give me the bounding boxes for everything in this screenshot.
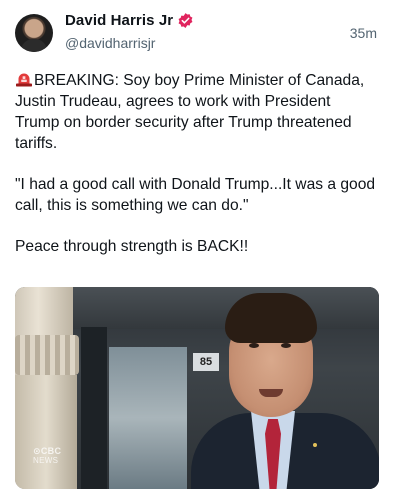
- person-lapel-pin: [313, 443, 317, 447]
- avatar-silhouette: [21, 39, 47, 52]
- media-pillar-capital: [15, 335, 79, 375]
- author-avatar[interactable]: [15, 14, 53, 52]
- author-name-text: David Harris Jr: [65, 12, 174, 29]
- author-display-name[interactable]: David Harris Jr: [65, 12, 194, 29]
- media-door-panel: [109, 347, 187, 489]
- post-paragraph: BREAKING: Soy boy Prime Minister of Cana…: [15, 70, 377, 154]
- post-media-image[interactable]: 85 ⊙CBC NEWS: [15, 287, 379, 489]
- post-paragraph: "I had a good call with Donald Trump...I…: [15, 176, 376, 214]
- person-eye: [281, 343, 291, 348]
- media-person: [191, 293, 379, 489]
- author-handle[interactable]: @davidharrisjr: [65, 35, 155, 51]
- media-pillar-shaft: [15, 375, 77, 489]
- person-hair: [225, 293, 317, 343]
- watermark-sub: NEWS: [33, 456, 59, 465]
- media-door-frame: [81, 327, 107, 489]
- post-paragraph-text: BREAKING: Soy boy Prime Minister of Cana…: [15, 72, 365, 152]
- verified-badge-icon: [178, 13, 193, 28]
- post-paragraph: Peace through strength is BACK!!: [15, 238, 249, 255]
- post-timestamp[interactable]: 35m: [350, 25, 377, 41]
- post-body: BREAKING: Soy boy Prime Minister of Cana…: [15, 70, 377, 257]
- cbc-news-watermark: ⊙CBC NEWS: [33, 446, 62, 466]
- rotating-light-icon: [16, 73, 32, 87]
- watermark-main: ⊙CBC: [33, 446, 62, 456]
- post-header: David Harris Jr @davidharrisjr 35m: [0, 0, 394, 64]
- person-eye: [249, 343, 259, 348]
